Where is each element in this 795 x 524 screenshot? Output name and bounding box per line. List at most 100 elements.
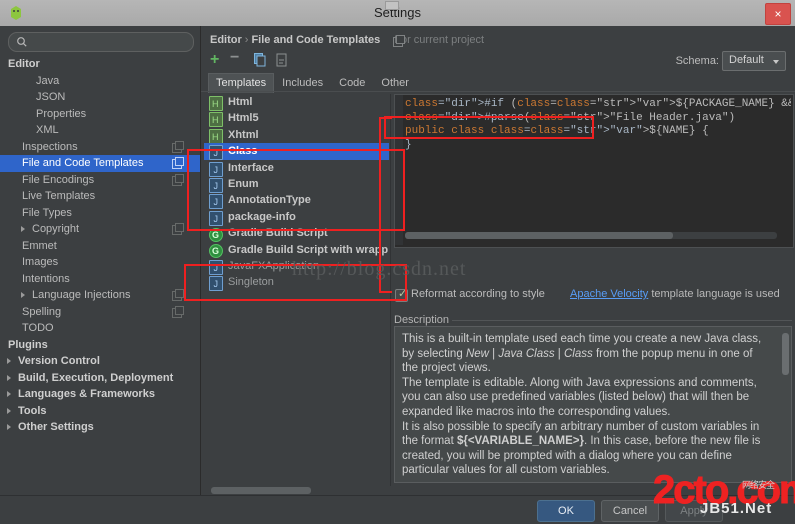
schema-label: Schema: xyxy=(675,55,719,67)
template-item[interactable]: Enum xyxy=(204,176,389,194)
sidebar-item-plugins[interactable]: Plugins xyxy=(0,337,200,354)
sidebar-item-label: File Encodings xyxy=(22,173,95,186)
sidebar-item-file-and-code-templates[interactable]: File and Code Templates xyxy=(0,155,200,172)
sidebar-item-label: Language Injections xyxy=(32,289,131,301)
description-group: Description This is a built-in template … xyxy=(394,314,792,486)
sidebar-item-languages-frameworks[interactable]: Languages & Frameworks xyxy=(0,386,200,403)
sidebar-item-intentions[interactable]: Intentions xyxy=(0,271,200,288)
title-bar: Settings × xyxy=(0,0,795,27)
tab-other[interactable]: Other xyxy=(373,73,417,93)
template-item[interactable]: Gradle Build Script xyxy=(204,225,389,243)
sidebar-item-version-control[interactable]: Version Control xyxy=(0,353,200,370)
expand-arrow-icon[interactable] xyxy=(7,358,11,364)
sidebar-item-xml[interactable]: XML xyxy=(0,122,200,139)
project-scope-icon xyxy=(172,223,184,235)
expand-arrow-icon[interactable] xyxy=(21,292,25,298)
java-file-icon xyxy=(209,194,223,211)
schema-value: Default xyxy=(729,54,764,66)
tab-code[interactable]: Code xyxy=(331,73,373,93)
sidebar-item-label: Inspections xyxy=(22,140,78,153)
template-item[interactable]: AnnotationType xyxy=(204,192,389,211)
restore-button[interactable] xyxy=(385,1,399,10)
template-item[interactable]: Interface xyxy=(204,160,389,178)
sidebar-item-copyright[interactable]: Copyright xyxy=(0,221,200,238)
scroll-thumb[interactable] xyxy=(211,487,311,494)
template-list[interactable]: Html Html5 Xhtml Class Interface Enum Annotati… xyxy=(204,94,389,483)
template-item[interactable]: Gradle Build Script with wrapp xyxy=(204,242,389,259)
scroll-thumb[interactable] xyxy=(782,333,789,375)
tab-templates[interactable]: Templates xyxy=(208,73,275,93)
tab-includes[interactable]: Includes xyxy=(274,73,331,93)
sidebar-item-label: Editor xyxy=(8,58,40,70)
template-item-label: Gradle Build Script xyxy=(228,227,328,240)
breadcrumb-current: File and Code Templates xyxy=(251,34,381,46)
cancel-button[interactable]: Cancel xyxy=(601,500,659,522)
template-item[interactable]: Xhtml xyxy=(204,127,389,145)
breadcrumb: Editor › File and Code Templates For curren… xyxy=(210,34,484,46)
template-item-label: Xhtml xyxy=(228,128,259,141)
watermark-sub: JB51.Net xyxy=(700,500,773,517)
template-item[interactable]: Class xyxy=(204,143,389,162)
template-code-editor[interactable]: class="dir">#if (class=class="str">"var"… xyxy=(394,94,794,248)
editor-hscrollbar[interactable] xyxy=(405,232,777,239)
sidebar-item-build-execution-deployment[interactable]: Build, Execution, Deployment xyxy=(0,370,200,387)
expand-arrow-icon[interactable] xyxy=(7,374,11,381)
sidebar-item-json[interactable]: JSON xyxy=(0,89,200,106)
sidebar-item-label: Copyright xyxy=(32,223,80,235)
reformat-label: Reformat according to style xyxy=(411,288,545,300)
sidebar-item-images[interactable]: Images xyxy=(0,254,200,271)
expand-arrow-icon[interactable] xyxy=(7,391,11,397)
templates-toolbar: + − xyxy=(210,50,330,70)
panel-splitter[interactable] xyxy=(390,94,391,486)
project-scope-icon xyxy=(172,157,184,169)
template-item[interactable]: Html5 xyxy=(204,110,389,129)
ok-button[interactable]: OK xyxy=(537,500,595,522)
close-button[interactable]: × xyxy=(765,3,791,25)
description-text: This is a built-in template used each ti… xyxy=(402,332,770,478)
sidebar-item-label: Live Templates xyxy=(22,190,96,202)
reformat-checkbox[interactable]: ✓ xyxy=(395,288,408,302)
schema-dropdown[interactable]: Default xyxy=(722,51,786,71)
sidebar-item-file-types[interactable]: File Types xyxy=(0,205,200,222)
sidebar-item-label: Spelling xyxy=(22,305,62,318)
sidebar-item-editor[interactable]: Editor xyxy=(0,56,200,73)
template-item[interactable]: Html xyxy=(204,94,389,112)
sidebar-item-properties[interactable]: Properties xyxy=(0,106,200,123)
editor-gutter xyxy=(395,95,403,245)
java-file-icon xyxy=(209,210,223,227)
sidebar-item-file-encodings[interactable]: File Encodings xyxy=(0,172,200,189)
sidebar-item-language-injections[interactable]: Language Injections xyxy=(0,287,200,304)
description-vscrollbar[interactable] xyxy=(782,329,789,480)
add-template-button[interactable]: + xyxy=(210,52,226,68)
description-box[interactable]: This is a built-in template used each ti… xyxy=(394,326,792,483)
expand-arrow-icon[interactable] xyxy=(7,424,11,430)
template-item[interactable]: package-info xyxy=(204,209,389,227)
sidebar-item-other-settings[interactable]: Other Settings xyxy=(0,419,200,436)
sidebar-item-tools[interactable]: Tools xyxy=(0,403,200,420)
apache-velocity-link[interactable]: Apache Velocity xyxy=(570,288,648,300)
java-file-icon xyxy=(209,161,223,178)
sidebar-item-todo[interactable]: TODO xyxy=(0,320,200,337)
chevron-down-icon xyxy=(773,60,779,64)
expand-arrow-icon[interactable] xyxy=(21,226,25,232)
sidebar-item-inspections[interactable]: Inspections xyxy=(0,139,200,156)
remove-template-button[interactable]: − xyxy=(230,50,246,68)
reset-template-icon[interactable] xyxy=(274,52,290,68)
sidebar-item-java[interactable]: Java xyxy=(0,73,200,90)
copy-template-icon[interactable] xyxy=(252,52,268,68)
sidebar-item-label: Properties xyxy=(36,107,87,120)
sidebar-item-emmet[interactable]: Emmet xyxy=(0,238,200,255)
code-line: class="dir">#if (class=class="str">"var"… xyxy=(405,98,791,110)
expand-arrow-icon[interactable] xyxy=(7,407,11,414)
search-input[interactable] xyxy=(8,32,194,52)
sidebar-item-live-templates[interactable]: Live Templates xyxy=(0,188,200,205)
gradle-file-icon xyxy=(209,227,223,243)
template-list-hscrollbar[interactable] xyxy=(207,487,387,494)
group-divider xyxy=(452,320,792,321)
scroll-thumb[interactable] xyxy=(405,232,673,239)
template-code-text[interactable]: class="dir">#if (class=class="str">"var"… xyxy=(405,98,791,152)
project-scope-icon xyxy=(172,140,184,153)
sidebar-item-spelling[interactable]: Spelling xyxy=(0,304,200,321)
tabs-underline xyxy=(201,91,795,92)
breadcrumb-root[interactable]: Editor xyxy=(210,34,242,46)
